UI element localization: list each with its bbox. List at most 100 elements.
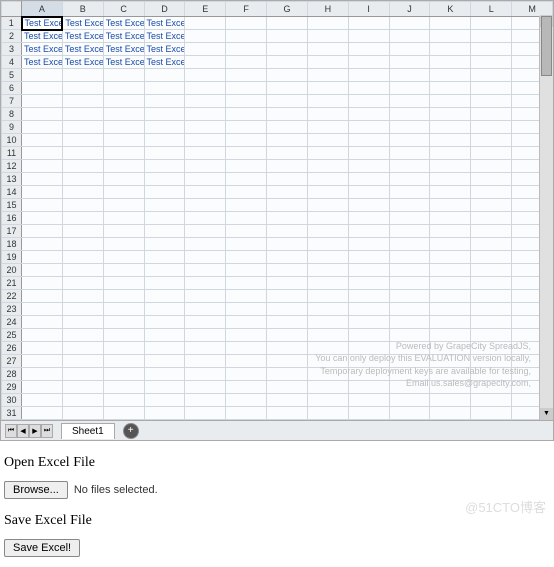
cell[interactable] (103, 238, 144, 251)
column-header[interactable]: J (389, 2, 430, 17)
cell[interactable] (348, 329, 389, 342)
cell[interactable] (430, 173, 471, 186)
cell[interactable] (389, 329, 430, 342)
cell[interactable] (471, 108, 512, 121)
cell[interactable] (103, 407, 144, 420)
cell[interactable] (471, 342, 512, 355)
cell[interactable] (185, 95, 226, 108)
cell[interactable] (307, 160, 348, 173)
cell[interactable]: Test Excel (22, 56, 63, 69)
cell[interactable] (348, 121, 389, 134)
row-header[interactable]: 30 (2, 394, 22, 407)
cell[interactable] (471, 82, 512, 95)
cell[interactable] (103, 381, 144, 394)
cell[interactable] (267, 82, 308, 95)
column-header[interactable]: D (144, 2, 185, 17)
row-header[interactable]: 27 (2, 355, 22, 368)
cell[interactable] (430, 394, 471, 407)
cell[interactable] (471, 238, 512, 251)
cell[interactable] (185, 17, 226, 30)
cell[interactable] (307, 368, 348, 381)
add-sheet-icon[interactable]: + (123, 423, 139, 439)
cell[interactable] (267, 134, 308, 147)
cell[interactable] (307, 290, 348, 303)
cell[interactable] (389, 316, 430, 329)
cell[interactable] (471, 95, 512, 108)
cell[interactable] (185, 82, 226, 95)
cell[interactable] (22, 225, 63, 238)
cell[interactable] (389, 381, 430, 394)
cell[interactable] (103, 212, 144, 225)
cell[interactable] (430, 355, 471, 368)
cell[interactable]: Test Excel (22, 17, 63, 30)
cell[interactable] (267, 342, 308, 355)
cell[interactable] (389, 355, 430, 368)
cell[interactable] (430, 56, 471, 69)
cell[interactable] (471, 329, 512, 342)
cell[interactable] (62, 407, 103, 420)
row-header[interactable]: 3 (2, 43, 22, 56)
cell[interactable] (389, 238, 430, 251)
cell[interactable] (185, 381, 226, 394)
row-header[interactable]: 6 (2, 82, 22, 95)
cell[interactable] (144, 342, 185, 355)
cell[interactable] (62, 264, 103, 277)
cell[interactable]: Test Excel (103, 17, 144, 30)
cell[interactable] (471, 69, 512, 82)
cell[interactable] (62, 316, 103, 329)
scroll-thumb[interactable] (541, 16, 552, 76)
cell[interactable] (471, 173, 512, 186)
cell[interactable] (389, 277, 430, 290)
cell[interactable] (62, 355, 103, 368)
cell[interactable] (62, 199, 103, 212)
cell[interactable]: Test Excel (62, 56, 103, 69)
cell[interactable] (307, 147, 348, 160)
column-header[interactable]: K (430, 2, 471, 17)
cell[interactable] (348, 355, 389, 368)
row-header[interactable]: 22 (2, 290, 22, 303)
cell[interactable] (144, 368, 185, 381)
cell[interactable] (103, 160, 144, 173)
cell[interactable] (103, 225, 144, 238)
cell[interactable] (471, 277, 512, 290)
cell[interactable] (185, 108, 226, 121)
cell[interactable] (267, 316, 308, 329)
cell[interactable] (185, 30, 226, 43)
cell[interactable] (226, 95, 267, 108)
cell[interactable] (185, 407, 226, 420)
cell[interactable]: Test Excel (144, 56, 185, 69)
cell[interactable] (307, 277, 348, 290)
cell[interactable] (267, 147, 308, 160)
cell[interactable] (22, 381, 63, 394)
cell[interactable] (103, 173, 144, 186)
cell[interactable] (307, 264, 348, 277)
cell[interactable] (62, 329, 103, 342)
cell[interactable] (144, 95, 185, 108)
cell[interactable] (226, 225, 267, 238)
cell[interactable] (62, 160, 103, 173)
vertical-scrollbar[interactable]: ▲ ▼ (539, 16, 553, 420)
cell[interactable] (471, 17, 512, 30)
cell[interactable] (144, 316, 185, 329)
cell[interactable] (389, 199, 430, 212)
cell[interactable] (226, 186, 267, 199)
cell[interactable] (144, 225, 185, 238)
cell[interactable] (430, 212, 471, 225)
cell[interactable] (144, 264, 185, 277)
cell[interactable] (103, 355, 144, 368)
cell[interactable] (144, 199, 185, 212)
cell[interactable] (22, 277, 63, 290)
cell[interactable] (471, 290, 512, 303)
cell[interactable] (144, 238, 185, 251)
cell[interactable] (144, 394, 185, 407)
cell[interactable] (226, 69, 267, 82)
cell[interactable] (430, 121, 471, 134)
column-header[interactable]: G (267, 2, 308, 17)
nav-first-icon[interactable]: ⏮ (5, 424, 17, 438)
row-header[interactable]: 29 (2, 381, 22, 394)
row-header[interactable]: 2 (2, 30, 22, 43)
cell[interactable] (307, 95, 348, 108)
cell[interactable] (430, 342, 471, 355)
cell[interactable]: Test Excel (103, 56, 144, 69)
cell[interactable]: Test Excel (62, 30, 103, 43)
